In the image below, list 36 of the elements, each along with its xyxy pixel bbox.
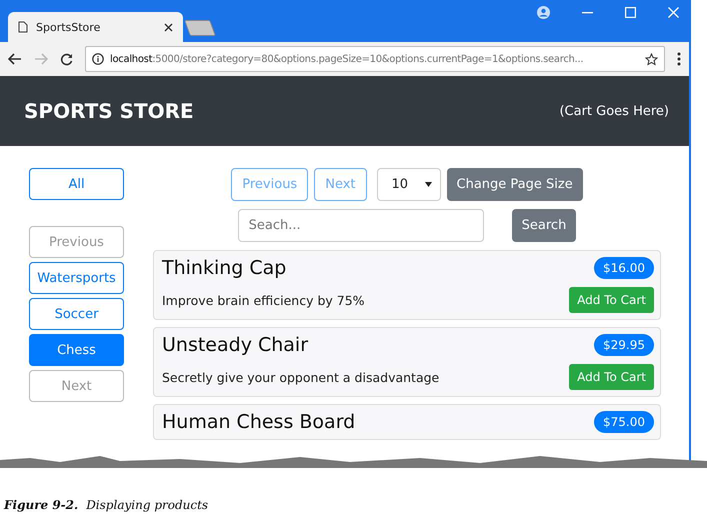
minimize-icon[interactable] [582,12,593,14]
add-to-cart-button[interactable]: Add To Cart [569,364,654,390]
product-name: Unsteady Chair [162,334,308,356]
maximize-icon[interactable] [625,7,636,18]
product-price: $29.95 [594,334,654,356]
add-to-cart-button[interactable]: Add To Cart [569,287,654,313]
figure-label: Figure 9-2. [4,498,78,512]
page-icon [18,21,28,33]
search-field[interactable]: Seach... [238,209,484,242]
page-size-select[interactable]: 10 [376,168,441,201]
change-page-size-button[interactable]: Change Page Size [446,168,583,201]
category-button[interactable]: All [29,168,124,200]
info-icon [92,53,104,65]
back-icon[interactable] [8,53,22,65]
reload-icon[interactable] [60,52,73,66]
product-name: Thinking Cap [162,257,286,279]
product-price: $75.00 [594,411,654,433]
category-button[interactable]: Chess [29,334,124,366]
close-icon[interactable] [164,22,173,32]
store-title: SPORTS STORE [24,99,194,123]
new-tab-button[interactable] [184,20,216,36]
product-name: Human Chess Board [162,411,356,433]
product-description: Secretly give your opponent a disadvantage [162,370,440,384]
search-button[interactable]: Search [512,209,576,242]
figure-caption: Displaying products [86,498,208,512]
category-button[interactable]: Watersports [29,262,124,294]
product-description: Improve brain efficiency by 75% [162,292,365,308]
product-price: $16.00 [594,257,654,279]
star-icon[interactable] [645,52,658,66]
browser-tab[interactable]: SportsStore [8,12,183,42]
category-button[interactable]: Soccer [29,298,124,330]
cart-summary: (Cart Goes Here) [559,104,669,118]
account-icon[interactable] [537,6,550,19]
menu-icon[interactable] [677,52,681,66]
dropdown-icon [424,182,432,187]
address-bar[interactable]: localhost:5000/store?category=80&options.pageSize=10&options.currentPage=1&options.search... [85,46,665,72]
